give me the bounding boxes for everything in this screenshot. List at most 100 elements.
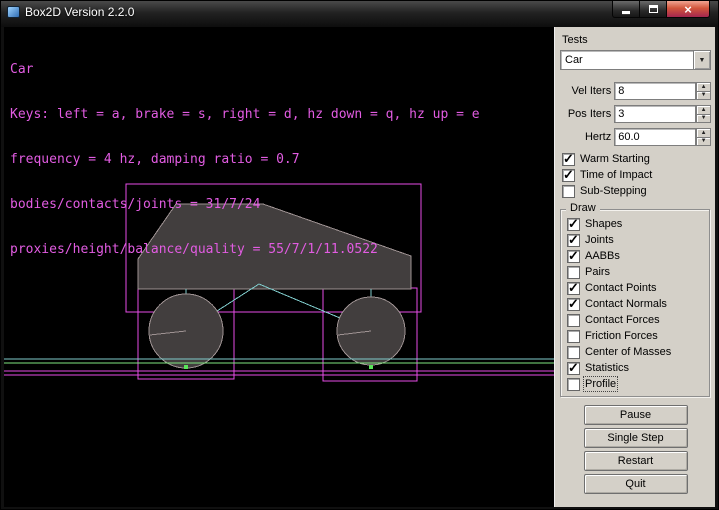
checkbox-label: Center of Masses [585,346,671,358]
check-icon: ✓ [568,360,579,376]
debug-line-counts: bodies/contacts/joints = 31/7/24 [10,197,480,212]
checkbox-box: ✓ [567,266,580,279]
app-window: Box2D Version 2.2.0 × [0,0,719,510]
hertz-input[interactable] [614,128,696,146]
checkbox-label: AABBs [585,250,620,262]
titlebar[interactable]: Box2D Version 2.2.0 × [1,1,718,27]
checkbox-label: Contact Normals [585,298,667,310]
checkbox-box: ✓ [567,330,580,343]
checkbox-shapes[interactable]: ✓ Shapes [567,216,707,232]
arrow-down-icon: ▼ [701,138,707,144]
hertz-label: Hertz [560,131,611,143]
checkbox-label: Sub-Stepping [580,185,647,197]
close-icon: × [684,2,692,17]
control-panel: Tests Car ▼ Vel Iters ▲ ▼ Pos Iters ▲ ▼ [554,27,715,507]
restart-button[interactable]: Restart [584,451,688,471]
checkbox-box: ✓ [567,362,580,375]
checkbox-friction-forces[interactable]: ✓ Friction Forces [567,328,707,344]
close-button[interactable]: × [666,1,710,18]
hertz-row: Hertz ▲ ▼ [560,128,711,146]
pos-iters-down-button[interactable]: ▼ [696,114,711,124]
simulation-canvas[interactable]: Car Keys: left = a, brake = s, right = d… [4,27,554,507]
vel-iters-spinner: ▲ ▼ [696,82,711,100]
debug-text: Car Keys: left = a, brake = s, right = d… [10,32,480,287]
quit-button[interactable]: Quit [584,474,688,494]
checkbox-pairs[interactable]: ✓ Pairs [567,264,707,280]
checkbox-contact-forces[interactable]: ✓ Contact Forces [567,312,707,328]
arrow-down-icon: ▼ [701,92,707,98]
arrow-up-icon: ▲ [701,84,707,90]
debug-line-proxies: proxies/height/balance/quality = 55/7/1/… [10,242,480,257]
titlebar-inner: Box2D Version 2.2.0 [1,1,612,19]
pause-button[interactable]: Pause [584,405,688,425]
checkbox-statistics[interactable]: ✓ Statistics [567,360,707,376]
pos-iters-label: Pos Iters [560,108,611,120]
hertz-down-button[interactable]: ▼ [696,137,711,147]
checkbox-box: ✓ [562,169,575,182]
pos-iters-row: Pos Iters ▲ ▼ [560,105,711,123]
check-icon: ✓ [568,216,579,232]
contact-point-rear [369,365,373,369]
checkbox-label: Time of Impact [580,169,652,181]
tests-dropdown-button[interactable]: ▼ [693,51,710,69]
checkbox-label: Contact Points [585,282,657,294]
minimize-icon [622,11,630,14]
check-icon: ✓ [568,280,579,296]
check-icon: ✓ [563,167,574,183]
checkbox-time-of-impact[interactable]: ✓ Time of Impact [562,167,711,183]
check-icon: ✓ [568,296,579,312]
checkbox-label: Profile [585,378,616,390]
minimize-button[interactable] [612,1,640,18]
arrow-down-icon: ▼ [701,115,707,121]
pos-iters-spinner: ▲ ▼ [696,105,711,123]
chevron-down-icon: ▼ [699,57,706,64]
check-icon: ✓ [568,248,579,264]
maximize-button[interactable] [640,1,666,18]
checkbox-profile[interactable]: ✓ Profile [567,376,707,392]
arrow-up-icon: ▲ [701,107,707,113]
checkbox-center-of-masses[interactable]: ✓ Center of Masses [567,344,707,360]
vel-iters-up-button[interactable]: ▲ [696,82,711,91]
checkbox-box: ✓ [567,314,580,327]
vel-iters-row: Vel Iters ▲ ▼ [560,82,711,100]
tests-label: Tests [562,34,711,46]
window-title: Box2D Version 2.2.0 [25,5,134,19]
vel-iters-down-button[interactable]: ▼ [696,91,711,101]
pos-iters-up-button[interactable]: ▲ [696,105,711,114]
single-step-button[interactable]: Single Step [584,428,688,448]
tests-dropdown[interactable]: Car ▼ [560,50,711,70]
pos-iters-input[interactable] [614,105,696,123]
contact-point-front [184,365,188,369]
check-icon: ✓ [563,151,574,167]
checkbox-box: ✓ [567,282,580,295]
checkbox-box: ✓ [567,378,580,391]
vel-iters-input[interactable] [614,82,696,100]
hertz-spinner: ▲ ▼ [696,128,711,146]
checkbox-label: Shapes [585,218,622,230]
check-icon: ✓ [568,232,579,248]
checkbox-label: Contact Forces [585,314,660,326]
checkbox-label: Warm Starting [580,153,650,165]
window-content: Car Keys: left = a, brake = s, right = d… [1,27,718,507]
checkbox-label: Friction Forces [585,330,658,342]
maximize-icon [649,5,658,13]
checkbox-box: ✓ [567,250,580,263]
checkbox-contact-points[interactable]: ✓ Contact Points [567,280,707,296]
vel-iters-label: Vel Iters [560,85,611,97]
app-icon [7,6,20,18]
draw-groupbox: Draw ✓ Shapes ✓ Joints ✓ AABBs ✓ Pairs [560,209,710,397]
debug-line-frequency: frequency = 4 hz, damping ratio = 0.7 [10,152,480,167]
checkbox-box: ✓ [567,346,580,359]
checkbox-label: Statistics [585,362,629,374]
checkbox-contact-normals[interactable]: ✓ Contact Normals [567,296,707,312]
checkbox-sub-stepping[interactable]: ✓ Sub-Stepping [562,183,711,199]
hertz-up-button[interactable]: ▲ [696,128,711,137]
checkbox-joints[interactable]: ✓ Joints [567,232,707,248]
checkbox-warm-starting[interactable]: ✓ Warm Starting [562,151,711,167]
checkbox-aabbs[interactable]: ✓ AABBs [567,248,707,264]
checkbox-box: ✓ [567,234,580,247]
checkbox-box: ✓ [562,185,575,198]
tests-dropdown-value[interactable]: Car [561,51,693,69]
arrow-up-icon: ▲ [701,130,707,136]
debug-line-keys: Keys: left = a, brake = s, right = d, hz… [10,107,480,122]
